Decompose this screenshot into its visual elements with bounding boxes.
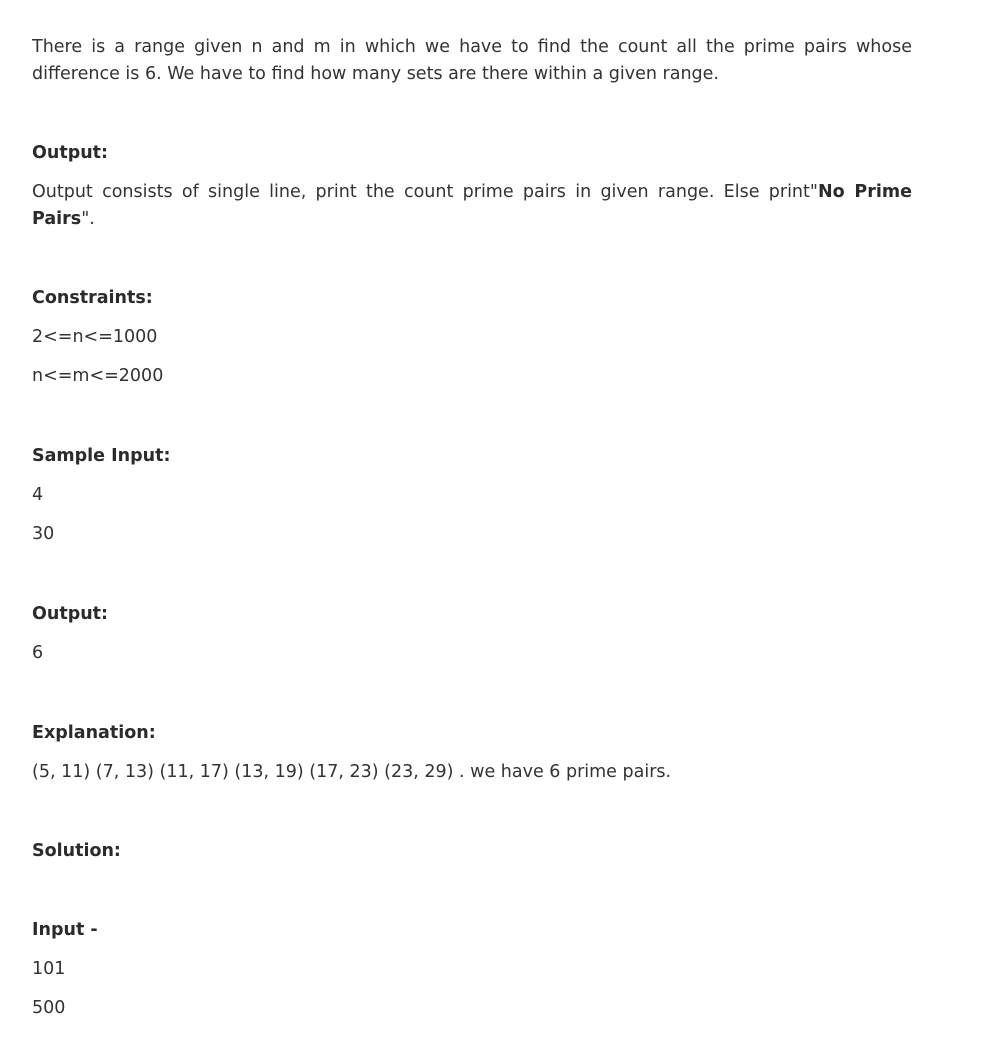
input-line: 101 <box>32 959 66 979</box>
explanation-heading: Explanation: <box>32 723 156 743</box>
constraints-heading: Constraints: <box>32 288 153 308</box>
sample-output-line: 6 <box>32 643 44 663</box>
sample-input-line: 4 <box>32 485 44 505</box>
output-heading: Output: <box>32 143 109 163</box>
problem-intro: There is a range given n and m in which … <box>32 37 912 84</box>
sample-input-line: 30 <box>32 524 55 544</box>
explanation-text: (5, 11) (7, 13) (11, 17) (13, 19) (17, 2… <box>32 762 672 782</box>
sample-input-heading: Sample Input: <box>32 446 171 466</box>
input-heading: Input - <box>32 920 98 940</box>
output-text-before: Output consists of single line, print th… <box>32 182 818 202</box>
constraint-line: 2<=n<=1000 <box>32 327 158 347</box>
constraint-line: n<=m<=2000 <box>32 366 164 386</box>
sample-output-heading: Output: <box>32 604 109 624</box>
solution-heading: Solution: <box>32 841 121 861</box>
output-description: Output consists of single line, print th… <box>32 179 912 233</box>
input-line: 500 <box>32 998 66 1018</box>
output-text-after: ". <box>81 209 95 229</box>
